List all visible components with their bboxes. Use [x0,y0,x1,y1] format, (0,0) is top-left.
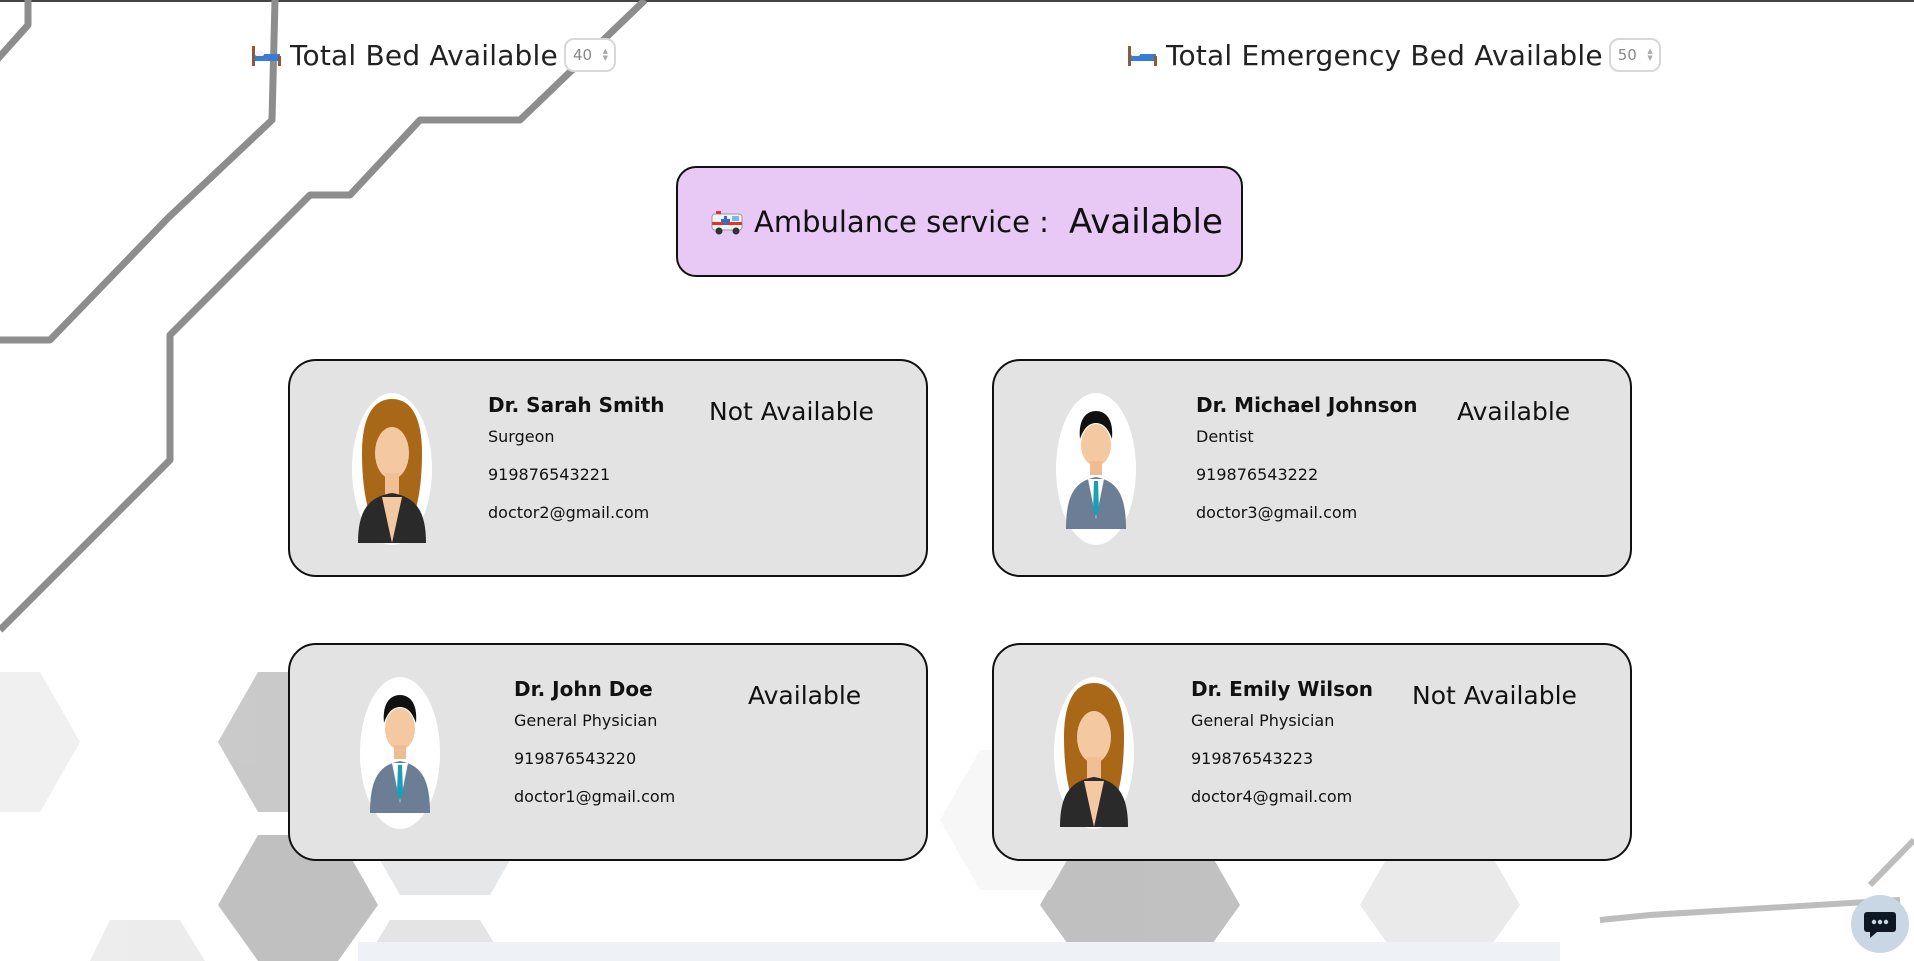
ambulance-status-box: Ambulance service : Available [676,166,1243,277]
doctor-info: Dr. Sarah Smith Surgeon 919876543221 doc… [488,393,665,541]
doctor-card: Dr. Sarah Smith Surgeon 919876543221 doc… [288,359,928,577]
doctor-info: Dr. Emily Wilson General Physician 91987… [1191,677,1373,825]
doctor-status: Not Available [709,397,874,426]
bottom-panel [358,942,1560,961]
spinner-icon[interactable]: ▲ ▼ [1647,48,1652,62]
doctor-phone: 919876543222 [1196,465,1319,484]
doctor-status: Available [1457,397,1571,426]
doctor-card: Dr. Emily Wilson General Physician 91987… [992,643,1632,861]
doctor-name: Dr. Sarah Smith [488,393,665,417]
total-bed-input[interactable]: 40 ▲ ▼ [563,38,616,72]
female-doctor-avatar [1054,677,1134,829]
doctor-email: doctor1@gmail.com [514,787,676,806]
doctor-specialty: General Physician [514,711,658,730]
doctor-status: Not Available [1412,681,1577,710]
chat-icon [1864,912,1896,938]
doctor-phone: 919876543221 [488,465,611,484]
ambulance-status: Available [1068,201,1223,242]
emergency-bed-value: 50 [1617,46,1637,64]
doctor-status: Available [748,681,862,710]
emergency-bed-label: Total Emergency Bed Available [1166,38,1603,72]
doctor-specialty: Surgeon [488,427,555,446]
male-doctor-avatar [360,677,440,829]
emergency-bed-group: Total Emergency Bed Available 50 ▲ ▼ [1126,38,1661,72]
total-bed-label: Total Bed Available [290,38,558,72]
emergency-bed-input[interactable]: 50 ▲ ▼ [1608,38,1661,72]
bed-icon [252,46,281,66]
doctor-name: Dr. Emily Wilson [1191,677,1374,701]
ambulance-label: Ambulance service : [754,204,1049,239]
doctor-phone: 919876543223 [1191,749,1314,768]
doctor-specialty: Dentist [1196,427,1254,446]
total-bed-group: Total Bed Available 40 ▲ ▼ [250,38,616,72]
doctor-specialty: General Physician [1191,711,1335,730]
chat-button[interactable] [1851,895,1909,953]
male-doctor-avatar [1056,393,1136,545]
female-doctor-avatar [352,393,432,545]
doctor-name: Dr. John Doe [514,677,653,701]
doctor-email: doctor4@gmail.com [1191,787,1353,806]
spinner-icon[interactable]: ▲ ▼ [603,48,608,62]
doctor-info: Dr. Michael Johnson Dentist 919876543222… [1196,393,1417,541]
ambulance-icon [711,210,743,234]
total-bed-value: 40 [572,46,593,64]
doctor-email: doctor3@gmail.com [1196,503,1358,522]
doctor-card: Dr. John Doe General Physician 919876543… [288,643,928,861]
doctor-info: Dr. John Doe General Physician 919876543… [514,677,675,825]
doctor-phone: 919876543220 [514,749,637,768]
doctor-name: Dr. Michael Johnson [1196,393,1418,417]
bed-icon [1128,46,1157,66]
doctor-email: doctor2@gmail.com [488,503,650,522]
doctor-card: Dr. Michael Johnson Dentist 919876543222… [992,359,1632,577]
